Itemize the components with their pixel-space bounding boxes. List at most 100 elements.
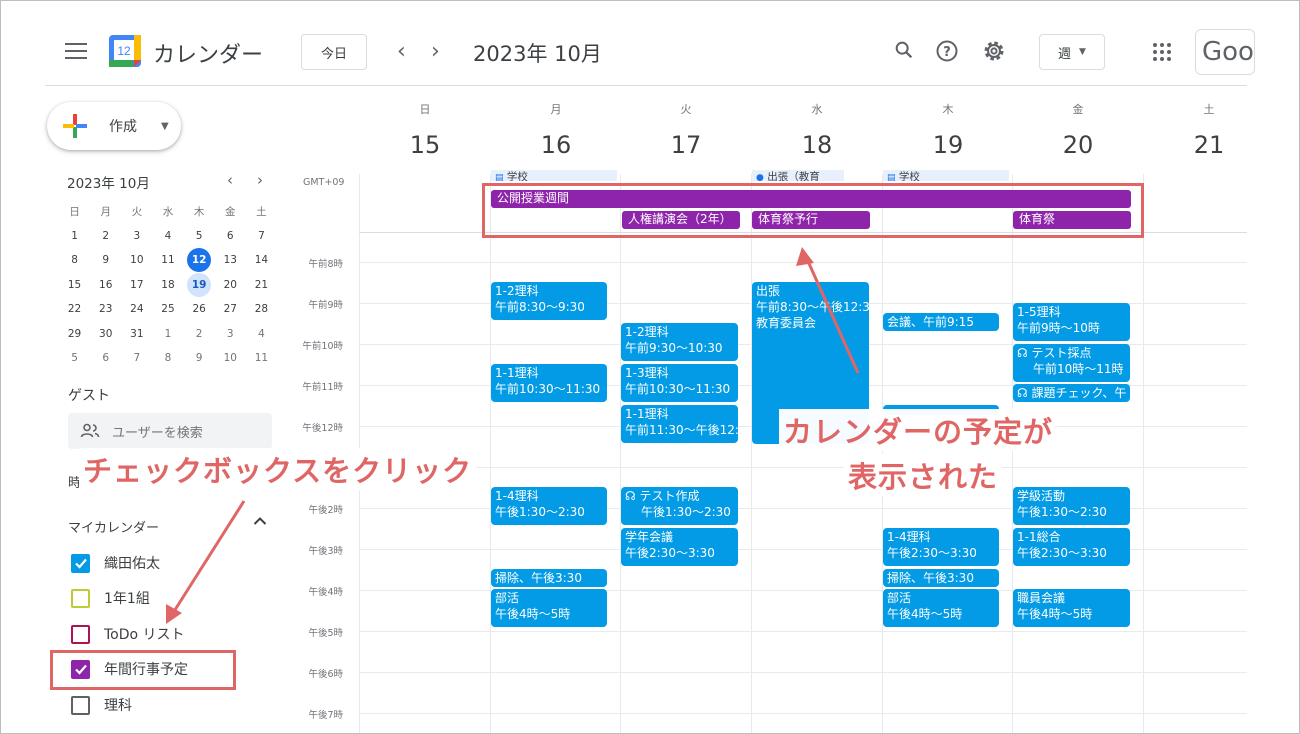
mini-day[interactable]: 12 <box>184 248 215 273</box>
calendar-event[interactable]: 学級活動 午後1:30〜2:30 <box>1013 487 1130 525</box>
mini-day[interactable]: 17 <box>121 279 152 291</box>
calendar-event[interactable]: 掃除、午後3:30 <box>491 569 607 587</box>
mini-day[interactable]: 9 <box>184 352 215 364</box>
calendar-event[interactable]: 職員会議 午後4時〜5時 <box>1013 589 1130 627</box>
mini-day[interactable]: 25 <box>152 303 183 315</box>
mini-day[interactable]: 31 <box>121 328 152 340</box>
day-column-header[interactable]: 火 17 <box>621 101 751 159</box>
calendar-event[interactable]: 掃除、午後3:30 <box>883 569 999 587</box>
mini-day[interactable]: 4 <box>152 230 183 242</box>
mini-day[interactable]: 5 <box>184 230 215 242</box>
prev-week-icon[interactable]: ‹ <box>397 39 406 64</box>
calendar-event[interactable]: 1-2理科 午前8:30〜9:30 <box>491 282 607 320</box>
calendar-event[interactable]: 1-2理科 午前9:30〜10:30 <box>621 323 738 361</box>
mini-day[interactable]: 8 <box>59 254 90 266</box>
mini-day[interactable]: 7 <box>246 230 277 242</box>
search-icon[interactable] <box>893 39 917 63</box>
mini-day[interactable]: 4 <box>246 328 277 340</box>
mini-day[interactable]: 8 <box>152 352 183 364</box>
calendar-event[interactable]: ☊ テスト作成 午後1:30〜2:30 <box>621 487 738 525</box>
main-menu-icon[interactable] <box>65 43 87 59</box>
mini-day[interactable]: 28 <box>246 303 277 315</box>
collapse-chevron-icon[interactable] <box>253 515 267 530</box>
next-week-icon[interactable]: › <box>431 39 440 64</box>
calendar-checkbox[interactable] <box>71 553 90 573</box>
day-column-header[interactable]: 水 18 <box>752 101 882 159</box>
calendar-checkbox[interactable] <box>71 695 90 715</box>
user-search-input[interactable]: ユーザーを検索 <box>68 413 272 449</box>
mini-day[interactable]: 10 <box>215 352 246 364</box>
calendar-list-item[interactable]: ToDo リスト <box>71 624 185 644</box>
mini-day[interactable]: 20 <box>215 279 246 291</box>
mini-day[interactable]: 29 <box>59 328 90 340</box>
day-column-header[interactable]: 金 20 <box>1013 101 1143 159</box>
mini-day[interactable]: 11 <box>152 254 183 266</box>
calendar-event[interactable]: ☊ 課題チェック、午 <box>1013 384 1130 402</box>
mini-day[interactable]: 13 <box>215 254 246 266</box>
mini-day[interactable]: 9 <box>90 254 121 266</box>
user-search-placeholder: ユーザーを検索 <box>112 425 203 441</box>
mini-day[interactable]: 22 <box>59 303 90 315</box>
mini-day-number: 25 <box>161 303 175 316</box>
mini-next-month-icon[interactable]: › <box>257 171 263 189</box>
calendar-event[interactable]: 1-5理科 午前9時〜10時 <box>1013 303 1130 341</box>
calendar-event[interactable]: 学年会議 午後2:30〜3:30 <box>621 528 738 566</box>
view-selector-dropdown[interactable]: 週 ▼ <box>1039 34 1105 70</box>
mini-day[interactable]: 3 <box>121 230 152 242</box>
mini-day[interactable]: 2 <box>184 328 215 340</box>
mini-day[interactable]: 1 <box>152 328 183 340</box>
peek-event[interactable]: ▤ 学校 <box>491 170 617 181</box>
peek-event[interactable]: ▤ 学校 <box>883 170 1009 181</box>
calendar-event[interactable]: 1-4理科 午後1:30〜2:30 <box>491 487 607 525</box>
mini-day[interactable]: 6 <box>215 230 246 242</box>
mini-day[interactable]: 1 <box>59 230 90 242</box>
calendar-event[interactable]: 部活 午後4時〜5時 <box>883 589 999 627</box>
mini-day[interactable]: 18 <box>152 279 183 291</box>
google-apps-icon[interactable] <box>1153 43 1171 61</box>
mini-day[interactable]: 27 <box>215 303 246 315</box>
calendar-event[interactable]: 1-1理科午前11:30〜午後12:30 <box>621 405 738 443</box>
mini-prev-month-icon[interactable]: ‹ <box>227 171 233 189</box>
mini-day[interactable]: 3 <box>215 328 246 340</box>
mini-day[interactable]: 5 <box>59 352 90 364</box>
today-button[interactable]: 今日 <box>301 34 367 70</box>
calendar-event[interactable]: 1-3理科 午前10:30〜11:30 <box>621 364 738 402</box>
calendar-event[interactable]: 部活 午後4時〜5時 <box>491 589 607 627</box>
help-icon[interactable]: ? <box>935 39 959 63</box>
mini-day[interactable]: 6 <box>90 352 121 364</box>
event-title: 学級活動 <box>1017 489 1066 503</box>
mini-day[interactable]: 10 <box>121 254 152 266</box>
calendar-label: 織田佑太 <box>104 556 160 572</box>
calendar-checkbox[interactable] <box>71 624 90 644</box>
calendar-list-item[interactable]: 織田佑太 <box>71 553 160 573</box>
calendar-event[interactable]: 会議、午前9:15 <box>883 313 999 331</box>
peek-event[interactable]: ● 出張（教育 <box>752 170 844 181</box>
mini-day[interactable]: 16 <box>90 279 121 291</box>
my-calendars-label[interactable]: マイカレンダー <box>68 517 159 536</box>
mini-day[interactable]: 2 <box>90 230 121 242</box>
mini-day[interactable]: 15 <box>59 279 90 291</box>
settings-gear-icon[interactable] <box>982 39 1006 63</box>
mini-day[interactable]: 21 <box>246 279 277 291</box>
mini-day[interactable]: 26 <box>184 303 215 315</box>
calendar-list-item[interactable]: 理科 <box>71 695 132 715</box>
day-column-header[interactable]: 日 15 <box>360 101 490 159</box>
mini-day[interactable]: 14 <box>246 254 277 266</box>
create-button[interactable]: 作成 ▼ <box>47 102 181 150</box>
mini-day[interactable]: 24 <box>121 303 152 315</box>
google-account-button[interactable]: Goo <box>1195 29 1255 75</box>
day-column-header[interactable]: 木 19 <box>883 101 1013 159</box>
calendar-checkbox[interactable] <box>71 588 90 608</box>
calendar-event[interactable]: 1-4理科 午後2:30〜3:30 <box>883 528 999 566</box>
day-column-header[interactable]: 土 21 <box>1144 101 1274 159</box>
mini-day[interactable]: 7 <box>121 352 152 364</box>
day-column-header[interactable]: 月 16 <box>491 101 621 159</box>
calendar-event[interactable]: ☊ テスト採点 午前10時〜11時 <box>1013 344 1130 382</box>
calendar-list-item[interactable]: 1年1組 <box>71 588 150 608</box>
mini-day[interactable]: 23 <box>90 303 121 315</box>
calendar-event[interactable]: 1-1総合 午後2:30〜3:30 <box>1013 528 1130 566</box>
calendar-event[interactable]: 1-1理科 午前10:30〜11:30 <box>491 364 607 402</box>
mini-day[interactable]: 30 <box>90 328 121 340</box>
mini-day[interactable]: 11 <box>246 352 277 364</box>
mini-day[interactable]: 19 <box>184 272 215 297</box>
